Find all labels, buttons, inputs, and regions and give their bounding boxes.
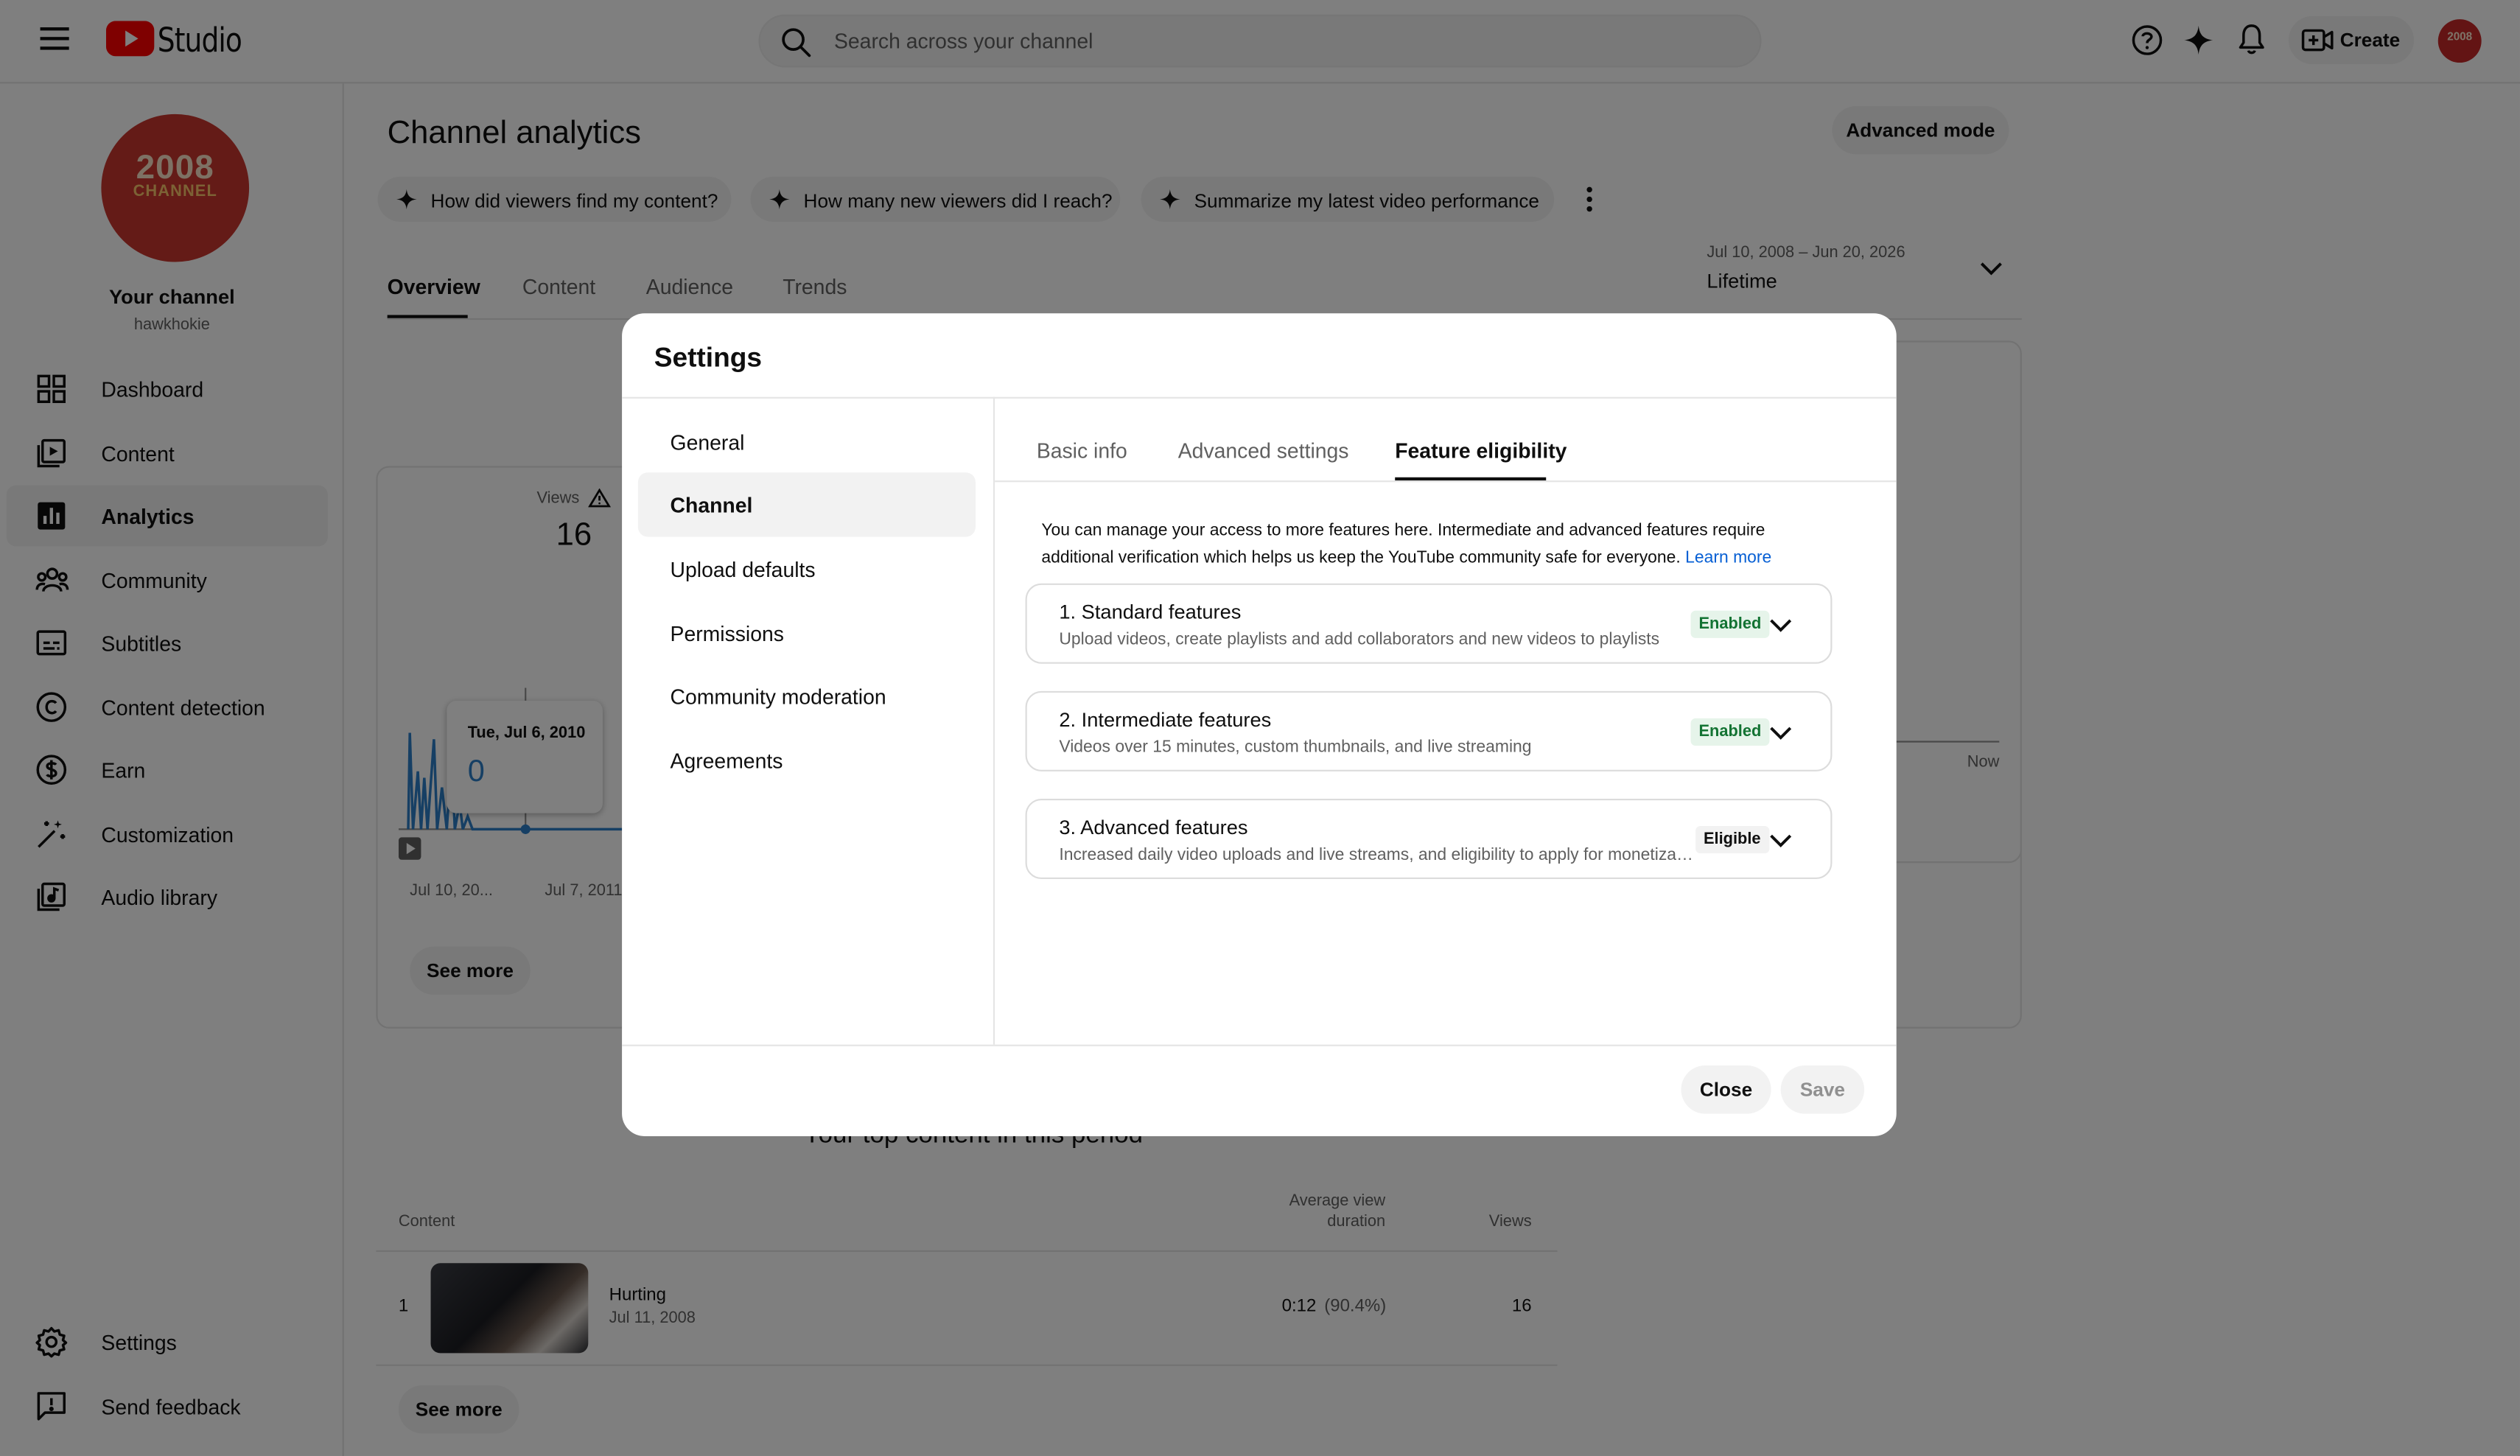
save-button[interactable]: Save: [1780, 1065, 1865, 1114]
settings-nav-channel[interactable]: Channel: [637, 472, 976, 537]
settings-nav-label: Channel: [670, 493, 753, 518]
dialog-title: Settings: [654, 342, 762, 373]
feature-description: Upload videos, create playlists and add …: [1059, 629, 1660, 650]
tab-advanced-settings[interactable]: Advanced settings: [1178, 438, 1349, 463]
settings-nav-label: Upload defaults: [670, 557, 816, 582]
settings-nav-label: Community moderation: [670, 685, 886, 709]
settings-nav-community-moderation[interactable]: Community moderation: [638, 664, 976, 728]
dialog-footer-divider: [622, 1044, 1897, 1046]
intro-text-line2-wrap: additional verification which helps us k…: [1041, 548, 1771, 567]
feature-card-intermediate[interactable]: 2. Intermediate features Videos over 15 …: [1025, 690, 1833, 771]
settings-nav-permissions[interactable]: Permissions: [638, 601, 976, 665]
feature-title: 3. Advanced features: [1059, 816, 1248, 839]
settings-nav-label: General: [670, 430, 745, 455]
tabs-divider: [995, 480, 1897, 483]
dialog-header-divider: [622, 396, 1897, 399]
status-badge: Enabled: [1690, 718, 1770, 746]
feature-card-standard[interactable]: 1. Standard features Upload videos, crea…: [1025, 583, 1833, 664]
feature-description: Videos over 15 minutes, custom thumbnail…: [1059, 738, 1532, 757]
feature-card-advanced[interactable]: 3. Advanced features Increased daily vid…: [1025, 798, 1833, 880]
studio-page: Studio Search across your channel Create…: [0, 0, 2520, 1456]
settings-nav-upload-defaults[interactable]: Upload defaults: [638, 536, 976, 601]
tab-feature-eligibility[interactable]: Feature eligibility: [1395, 438, 1567, 463]
settings-nav-label: Agreements: [670, 749, 783, 774]
settings-nav-label: Permissions: [670, 622, 784, 646]
feature-description: Increased daily video uploads and live s…: [1059, 845, 1694, 865]
chevron-down-icon[interactable]: [1769, 612, 1792, 641]
close-button[interactable]: Close: [1681, 1065, 1771, 1114]
dialog-nav-divider: [993, 396, 995, 1045]
chevron-down-icon[interactable]: [1769, 720, 1792, 749]
settings-nav-general[interactable]: General: [638, 410, 976, 474]
intro-text-line2: additional verification which helps us k…: [1041, 547, 1681, 567]
settings-nav-agreements[interactable]: Agreements: [638, 728, 976, 792]
feature-title: 1. Standard features: [1059, 601, 1242, 624]
chevron-down-icon[interactable]: [1769, 827, 1792, 856]
status-badge: Enabled: [1690, 610, 1770, 638]
tab-basic-info[interactable]: Basic info: [1037, 438, 1127, 463]
settings-dialog: Settings General Channel Upload defaults…: [622, 313, 1897, 1136]
status-badge: Eligible: [1695, 826, 1769, 854]
intro-text-line1: You can manage your access to more featu…: [1041, 520, 1765, 540]
learn-more-link[interactable]: Learn more: [1685, 548, 1771, 567]
feature-title: 2. Intermediate features: [1059, 708, 1272, 732]
